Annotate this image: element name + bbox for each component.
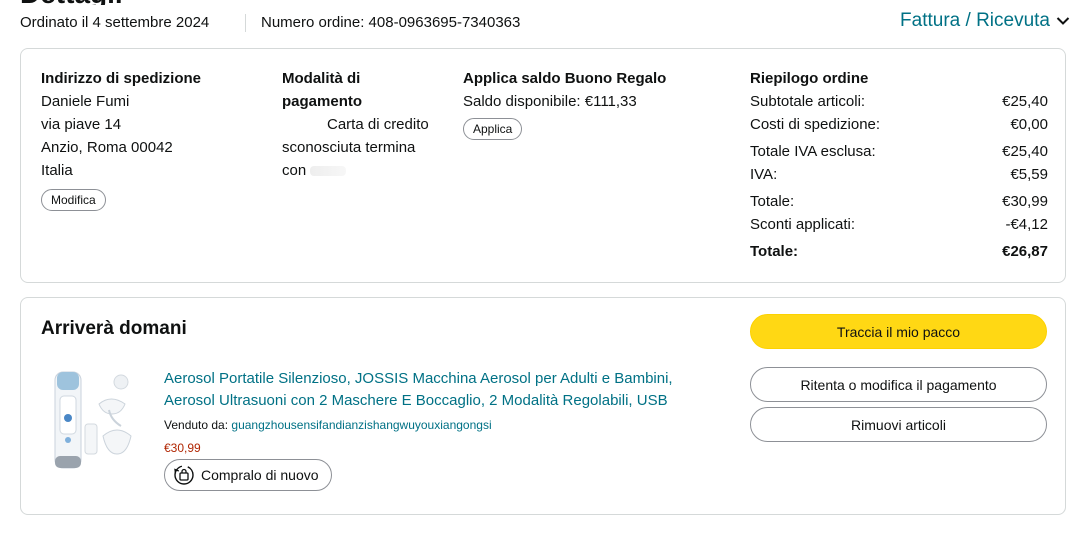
order-details-card: Indirizzo di spedizione Daniele Fumi via… <box>20 48 1066 283</box>
chevron-down-icon <box>1056 17 1070 25</box>
summary-value: -€4,12 <box>1005 216 1048 233</box>
summary-label: IVA: <box>750 166 778 183</box>
order-header: Ordinato il 4 settembre 2024 Numero ordi… <box>20 0 1070 46</box>
shipping-address-title: Indirizzo di spedizione <box>41 70 202 87</box>
summary-label: Totale: <box>750 193 795 210</box>
summary-row-shipping: Costi di spedizione: €0,00 <box>750 113 1048 136</box>
header-divider <box>245 14 246 32</box>
apply-gift-card-button[interactable]: Applica <box>463 118 523 140</box>
order-number: Numero ordine: 408-0963695-7340363 <box>261 14 521 31</box>
product-title-link[interactable]: Aerosol Portatile Silenzioso, JOSSIS Mac… <box>164 368 724 412</box>
shipping-street: via piave 14 <box>41 116 122 133</box>
payment-card-line1: Carta di credito <box>327 116 429 133</box>
track-package-button[interactable]: Traccia il mio pacco <box>750 314 1047 349</box>
shipment-card: Arriverà domani Aerosol Portatile Silenz… <box>20 297 1066 515</box>
buy-again-label: Compralo di nuovo <box>201 467 319 483</box>
summary-label: Subtotale articoli: <box>750 93 866 110</box>
summary-row-net-total: Totale IVA esclusa: €25,40 <box>750 140 1048 163</box>
payment-card-line2: sconosciuta termina <box>282 139 416 156</box>
summary-label: Totale IVA esclusa: <box>750 143 876 160</box>
summary-label: Sconti applicati: <box>750 216 856 233</box>
payment-title-line1: Modalità di <box>282 70 361 87</box>
seller-link[interactable]: guangzhousensifandianzishangwuyouxiangon… <box>231 418 491 432</box>
summary-row-grand-total: Totale: €26,87 <box>750 240 1048 263</box>
shipping-country: Italia <box>41 162 73 179</box>
payment-card-line3-wrap: con <box>282 159 447 182</box>
sold-by: Venduto da: guangzhousensifandianzishang… <box>164 416 492 434</box>
gift-card-balance: Saldo disponibile: €111,33 <box>463 93 637 110</box>
order-summary-section: Riepilogo ordine Subtotale articoli: €25,… <box>750 67 1048 263</box>
summary-value: €25,40 <box>1002 143 1048 160</box>
summary-value: €30,99 <box>1002 193 1048 210</box>
summary-value: €5,59 <box>1010 166 1048 183</box>
product-image[interactable] <box>51 366 151 474</box>
gift-card-section: Applica saldo Buono Regalo Saldo disponi… <box>463 67 703 140</box>
summary-row-vat: IVA: €5,59 <box>750 163 1048 186</box>
redacted-digits <box>310 166 347 177</box>
summary-row-subtotal: Subtotale articoli: €25,40 <box>750 90 1048 113</box>
shipping-city: Anzio, Roma 00042 <box>41 139 173 156</box>
payment-card-line3: con <box>282 162 307 179</box>
payment-method-section: Modalità di pagamento Carta di credito sc… <box>282 67 447 182</box>
summary-value: €0,00 <box>1010 116 1048 133</box>
summary-row-total: Totale: €30,99 <box>750 190 1048 213</box>
retry-payment-button[interactable]: Ritenta o modifica il pagamento <box>750 367 1047 402</box>
payment-title-line2: pagamento <box>282 93 363 110</box>
buy-again-button[interactable]: Compralo di nuovo <box>164 459 332 491</box>
remove-items-button[interactable]: Rimuovi articoli <box>750 407 1047 442</box>
delivery-status-title: Arriverà domani <box>41 318 187 339</box>
summary-row-discounts: Sconti applicati: -€4,12 <box>750 213 1048 236</box>
shipping-name: Daniele Fumi <box>41 93 130 110</box>
shipping-address-section: Indirizzo di spedizione Daniele Fumi via… <box>41 67 261 211</box>
summary-label: Costi di spedizione: <box>750 116 881 133</box>
gift-card-title: Applica saldo Buono Regalo <box>463 70 667 87</box>
summary-label: Totale: <box>750 243 799 260</box>
modify-address-button[interactable]: Modifica <box>41 189 106 211</box>
sold-by-label: Venduto da: <box>164 418 229 432</box>
invoice-link-label: Fattura / Ricevuta <box>900 10 1050 31</box>
order-summary-title: Riepilogo ordine <box>750 70 869 87</box>
invoice-dropdown[interactable]: Fattura / Ricevuta <box>900 9 1070 33</box>
order-date: Ordinato il 4 settembre 2024 <box>20 14 210 31</box>
summary-value: €26,87 <box>1002 243 1048 260</box>
product-price: €30,99 <box>164 441 201 455</box>
summary-value: €25,40 <box>1002 93 1048 110</box>
payment-title: Modalità di pagamento <box>282 67 447 113</box>
reorder-bag-icon <box>174 465 194 485</box>
